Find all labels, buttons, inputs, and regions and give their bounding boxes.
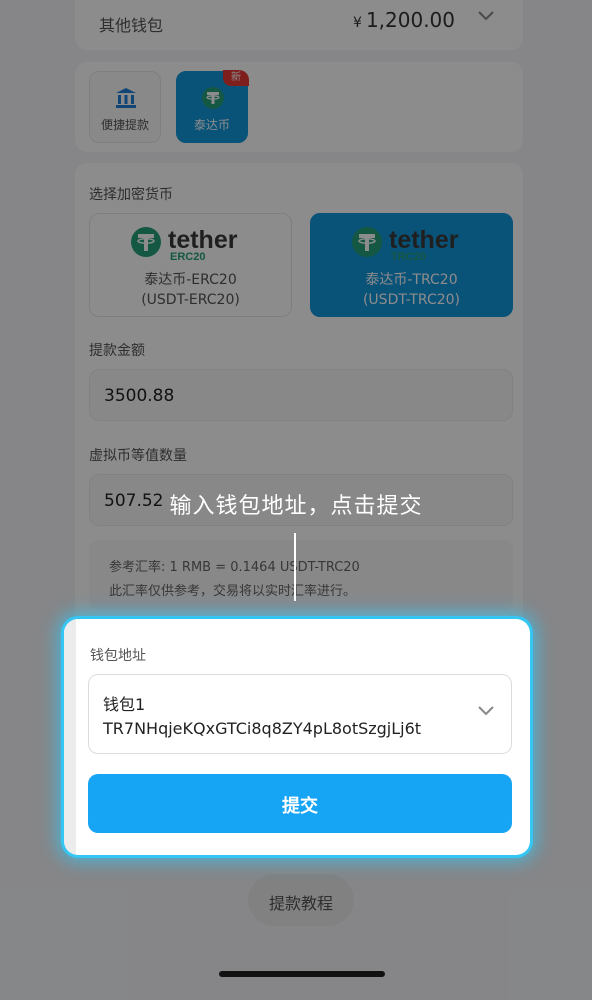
guide-tip-text: 输入钱包地址，点击提交 [169,494,423,519]
wallet-address-label: 钱包地址 [90,648,146,664]
submit-label: 提交 [282,796,318,816]
wallet-address-select[interactable]: 钱包1 TR7NHqjeKQxGTCi8q8ZY4pL8otSzgjLj6t [88,674,512,754]
wallet-address-highlight: 钱包地址 钱包1 TR7NHqjeKQxGTCi8q8ZY4pL8otSzgjL… [64,619,530,855]
wallet-name: 钱包1 [103,695,146,714]
home-indicator[interactable] [219,971,385,977]
guide-pointer-line [294,533,296,601]
highlight-edge [64,619,76,855]
submit-button[interactable]: 提交 [88,774,512,833]
chevron-down-icon[interactable] [477,705,495,717]
wallet-address-value: TR7NHqjeKQxGTCi8q8ZY4pL8otSzgjLj6t [103,719,422,738]
